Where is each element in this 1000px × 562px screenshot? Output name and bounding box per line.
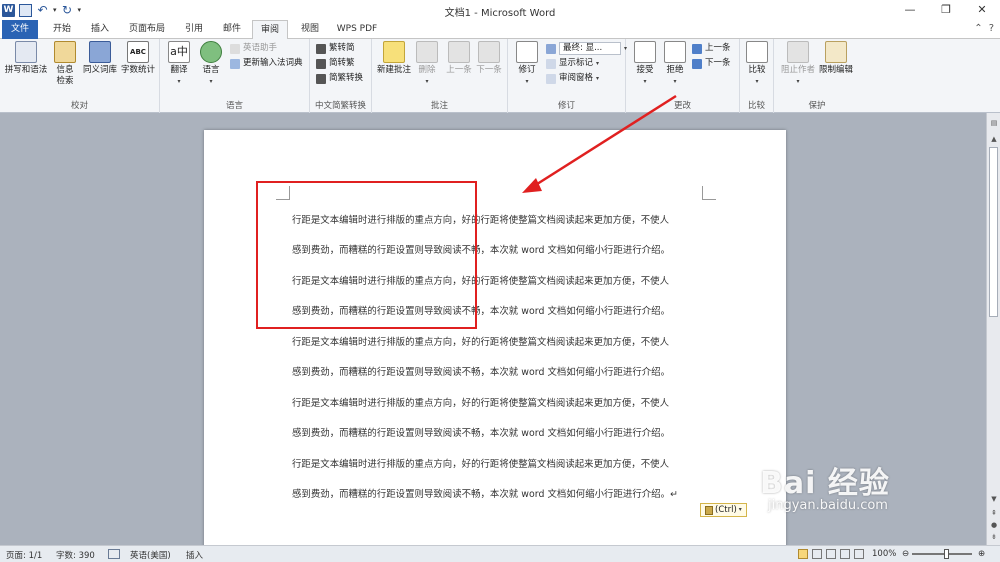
reading-view-icon[interactable] [812, 549, 822, 559]
vertical-scrollbar[interactable]: ▤ ▲ ▼ ⇞ ● ⇟ [986, 113, 1000, 545]
ruler-toggle-icon[interactable]: ▤ [988, 117, 1000, 129]
word-count[interactable]: 字数: 390 [56, 549, 95, 561]
scroll-up-icon[interactable]: ▲ [988, 133, 1000, 145]
scrollbar-thumb[interactable] [989, 147, 998, 317]
browse-object-icon[interactable]: ● [988, 519, 1000, 531]
print-layout-view-icon[interactable] [798, 549, 808, 559]
watermark-main: Bai 经验 [760, 466, 890, 501]
baidu-watermark: Bai 经验 jingyan.baidu.com [760, 458, 890, 513]
scroll-down-icon[interactable]: ▼ [988, 493, 1000, 505]
language-status[interactable]: 英语(美国) [130, 549, 171, 561]
zoom-out-icon[interactable]: ⊖ [902, 549, 909, 559]
outline-view-icon[interactable] [840, 549, 850, 559]
web-layout-view-icon[interactable] [826, 549, 836, 559]
zoom-slider[interactable] [912, 553, 972, 555]
page-count[interactable]: 页面: 1/1 [6, 549, 42, 561]
prev-page-icon[interactable]: ⇞ [988, 507, 1000, 519]
proofing-status-icon[interactable] [108, 549, 120, 559]
insert-mode[interactable]: 插入 [186, 549, 203, 561]
zoom-slider-thumb[interactable] [944, 549, 949, 559]
status-bar: 页面: 1/1 字数: 390 英语(美国) 插入 100% ⊖ ⊕ [0, 545, 1000, 562]
watermark-url: jingyan.baidu.com [768, 498, 888, 513]
zoom-level[interactable]: 100% [872, 549, 896, 559]
zoom-in-icon[interactable]: ⊕ [978, 549, 985, 559]
next-page-icon[interactable]: ⇟ [988, 531, 1000, 543]
draft-view-icon[interactable] [854, 549, 864, 559]
